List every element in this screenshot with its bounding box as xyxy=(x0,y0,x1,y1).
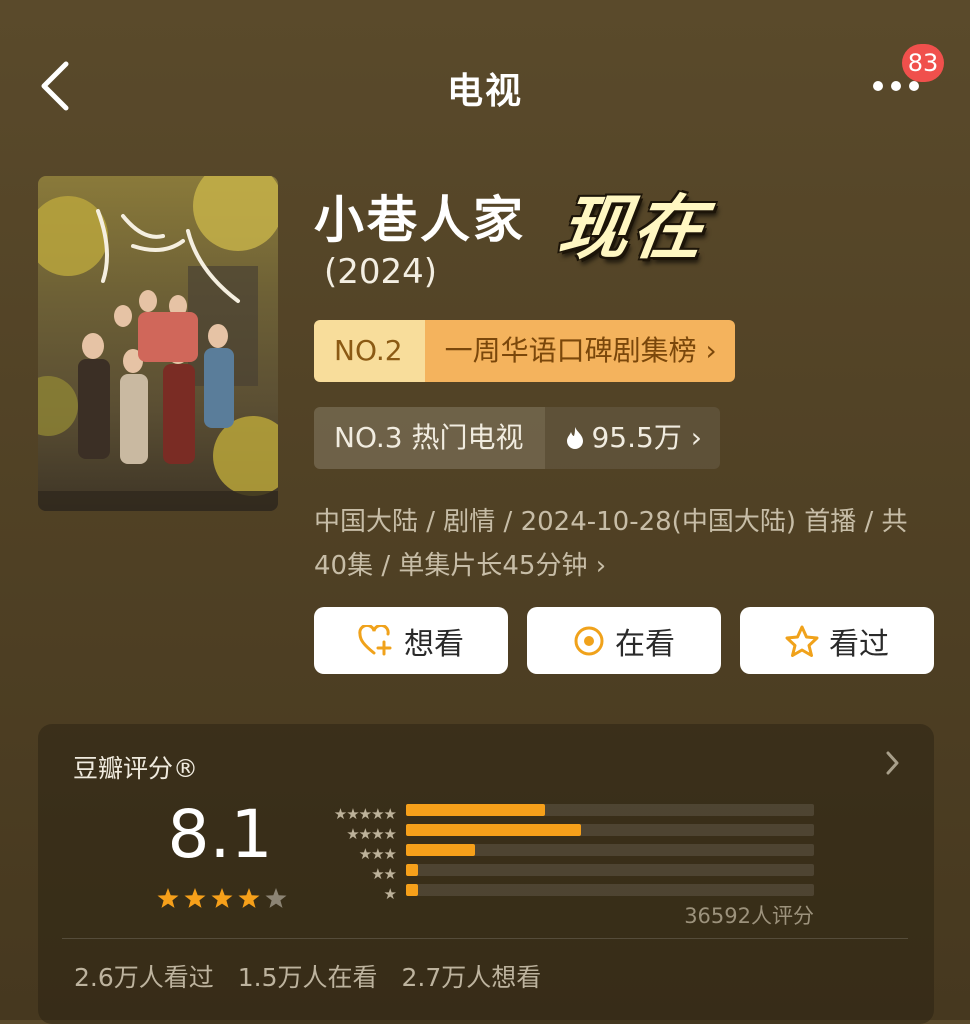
distribution-star-label: ★★★★★ xyxy=(333,805,397,823)
star-filled-icon xyxy=(238,888,260,908)
chevron-right-icon xyxy=(886,751,899,775)
watching-button[interactable]: 在看 xyxy=(527,607,721,674)
heat-value: 95.5万 › xyxy=(545,407,720,469)
watched-label: 看过 xyxy=(829,626,889,662)
want-to-watch-button[interactable]: 想看 xyxy=(314,607,508,674)
want-label: 想看 xyxy=(404,626,464,662)
rating-count: 36592人评分 xyxy=(684,904,814,928)
star-filled-icon xyxy=(157,888,179,908)
distribution-star-label: ★ xyxy=(383,885,397,903)
rating-detail-arrow[interactable] xyxy=(882,748,902,778)
heat-text: 95.5万 › xyxy=(591,421,702,454)
stat-watching: 1.5万人在看 xyxy=(237,963,378,992)
poster-image[interactable] xyxy=(38,176,278,511)
distribution-bar-1-star xyxy=(406,884,814,896)
distribution-bar-2-star xyxy=(406,864,814,876)
divider xyxy=(62,938,908,939)
show-title: 小巷人家 xyxy=(314,191,526,249)
notification-badge: 83 xyxy=(902,44,944,82)
ranking-list-name: 一周华语口碑剧集榜 › xyxy=(424,320,735,382)
distribution-star-label: ★★★ xyxy=(358,845,397,863)
page-title: 电视 xyxy=(446,71,523,112)
stat-watched: 2.6万人看过 xyxy=(74,963,214,992)
show-year: (2024) xyxy=(324,252,438,292)
ranking-number: NO.2 xyxy=(314,320,425,382)
audience-stats: 2.6万人看过 1.5万人在看 2.7万人想看 xyxy=(74,958,541,994)
distribution-fill xyxy=(406,844,476,856)
distribution-fill xyxy=(406,804,545,816)
star-outline-icon xyxy=(785,625,819,657)
distribution-star-label: ★★ xyxy=(371,865,397,883)
ranking-badge-hot-tv[interactable]: NO.3 热门电视 95.5万 › xyxy=(314,407,720,469)
show-meta[interactable]: 中国大陆 / 剧情 / 2024-10-28(中国大陆) 首播 / 共 40集 … xyxy=(314,500,934,588)
star-filled-icon xyxy=(184,888,206,908)
distribution-star-labels: ★★★★★ ★★★★ ★★★ ★★ ★ xyxy=(306,804,397,904)
distribution-bar-5-star xyxy=(406,804,814,816)
score-stars xyxy=(156,886,288,916)
rating-label: 豆瓣评分® xyxy=(73,754,199,783)
distribution-star-label: ★★★★ xyxy=(346,825,397,843)
star-empty-icon xyxy=(265,888,287,908)
hot-tv-rank: NO.3 热门电视 xyxy=(314,407,546,469)
rating-distribution xyxy=(406,804,814,904)
meta-line-2: 40集 / 单集片长45分钟 › xyxy=(314,551,607,581)
distribution-bar-4-star xyxy=(406,824,814,836)
poster-artwork xyxy=(38,176,278,511)
distribution-bar-3-star xyxy=(406,844,814,856)
overlay-caption: 现在 xyxy=(553,187,713,269)
heart-plus-icon xyxy=(358,624,392,655)
target-icon xyxy=(574,626,604,655)
flame-icon xyxy=(567,427,584,449)
star-filled-icon xyxy=(211,888,233,908)
stat-want: 2.7万人想看 xyxy=(401,963,542,992)
ranking-badge-weekly[interactable]: NO.2 一周华语口碑剧集榜 › xyxy=(314,320,735,382)
distribution-fill xyxy=(406,824,582,836)
rating-score: 8.1 xyxy=(167,796,273,873)
score-stars-svg xyxy=(157,888,287,908)
watched-button[interactable]: 看过 xyxy=(740,607,934,674)
watching-label: 在看 xyxy=(615,626,675,662)
distribution-fill xyxy=(406,884,419,896)
distribution-fill xyxy=(406,864,419,876)
meta-line-1: 中国大陆 / 剧情 / 2024-10-28(中国大陆) 首播 / 共 xyxy=(314,507,908,537)
